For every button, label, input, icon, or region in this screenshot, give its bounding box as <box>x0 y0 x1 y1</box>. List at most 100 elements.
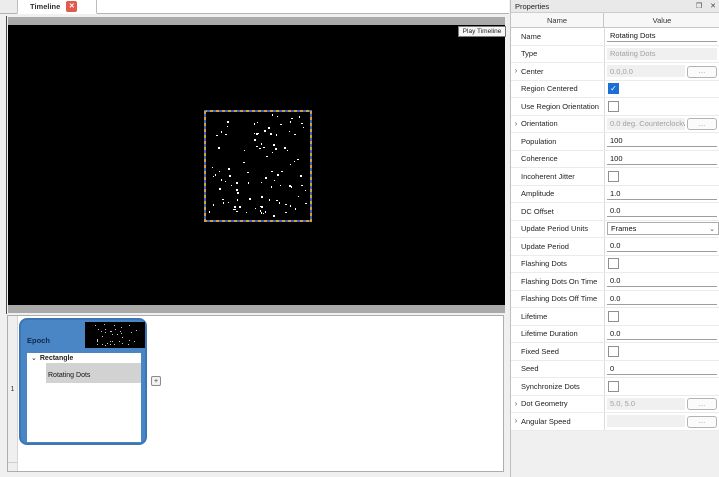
stimulus-dot <box>255 208 257 210</box>
stimulus-dot <box>280 124 282 126</box>
population-input[interactable]: 100 <box>607 135 717 147</box>
property-row-orientation: ›Orientation0.0 deg. Counterclockwise… <box>511 116 719 134</box>
property-row-dot-geometry: ›Dot Geometry5.0, 5.0… <box>511 396 719 414</box>
use-region-orientation-checkbox[interactable] <box>608 101 619 112</box>
thumbnail-dot <box>114 325 115 326</box>
thumbnail-dot <box>121 333 122 334</box>
stimulus-dot <box>246 212 248 214</box>
stimulus-dot <box>285 204 287 206</box>
property-value-cell: ✓ <box>604 81 719 98</box>
property-value-cell <box>604 168 719 185</box>
lifetime-checkbox[interactable] <box>608 311 619 322</box>
property-row-use-region-orientation: Use Region Orientation <box>511 98 719 116</box>
stimulus-dot <box>303 127 305 129</box>
stimulus-dot <box>215 174 217 176</box>
timeline-panel: 1 Epoch ⌄ Rectangle Rotating Dots + <box>7 315 504 472</box>
thumbnail-dot <box>102 336 103 337</box>
amplitude-input[interactable]: 1.0 <box>607 188 717 200</box>
stimulus-dot <box>290 164 292 166</box>
column-header-value: Value <box>604 13 719 27</box>
stimulus-dot <box>297 159 299 161</box>
property-name-label: Flashing Dots On Time <box>521 277 604 286</box>
thumbnail-dot <box>98 329 99 330</box>
stimulus-dot <box>265 177 267 179</box>
float-panel-icon[interactable]: ❐ <box>692 0 706 13</box>
tree-item-rotating-dots[interactable]: Rotating Dots <box>46 363 141 383</box>
flashing-dots-on-time-input[interactable]: 0.0 <box>607 275 717 287</box>
thumbnail-dot <box>128 344 129 345</box>
property-value-cell <box>604 308 719 325</box>
stimulus-dot <box>257 122 259 124</box>
property-name-label: Flashing Dots Off Time <box>521 294 604 303</box>
tab-label: Timeline <box>30 2 60 11</box>
chevron-down-icon[interactable]: ⌄ <box>31 356 37 362</box>
add-epoch-button[interactable]: + <box>151 376 161 386</box>
stimulus-dot <box>229 175 231 177</box>
property-name-label: Center <box>521 67 604 76</box>
thumbnail-dot <box>105 345 106 346</box>
tab-close-icon[interactable]: ✕ <box>66 1 77 12</box>
rotating-dots-region[interactable] <box>204 110 312 222</box>
seed-input[interactable]: 0 <box>607 363 717 375</box>
epoch-card[interactable]: Epoch ⌄ Rectangle Rotating Dots <box>19 318 147 445</box>
dc-offset-input[interactable]: 0.0 <box>607 205 717 217</box>
stimulus-dot <box>294 161 296 163</box>
chevron-right-icon[interactable]: › <box>511 399 521 409</box>
timeline-row-gutter-bottom <box>8 462 18 471</box>
fixed-seed-checkbox[interactable] <box>608 346 619 357</box>
property-value-cell: 1.0 <box>604 186 719 203</box>
update-period-input[interactable]: 0.0 <box>607 240 717 252</box>
region-centered-checkbox[interactable]: ✓ <box>608 83 619 94</box>
synchronize-dots-checkbox[interactable] <box>608 381 619 392</box>
orientation-ellipsis-button[interactable]: … <box>687 118 717 130</box>
stimulus-dot <box>287 150 289 152</box>
stimulus-dot <box>213 176 215 178</box>
thumbnail-dot <box>101 331 102 332</box>
stimulus-dot <box>261 212 263 214</box>
property-name-label: Region Centered <box>521 84 604 93</box>
tab-bar-lead <box>0 0 17 13</box>
stimulus-dot <box>271 186 273 188</box>
stimulus-dot <box>254 123 256 125</box>
property-value-cell: 0.0 <box>604 326 719 343</box>
stimulus-dot <box>243 162 245 164</box>
tree-item-rotating-dots-label: Rotating Dots <box>48 372 90 379</box>
epoch-label: Epoch <box>27 336 50 345</box>
angular-speed-ellipsis-button[interactable]: … <box>687 416 717 428</box>
close-panel-icon[interactable]: ✕ <box>706 0 719 13</box>
coherence-input[interactable]: 100 <box>607 153 717 165</box>
stimulus-dot <box>231 185 233 187</box>
stimulus-dot <box>273 215 275 217</box>
tree-item-rectangle[interactable]: ⌄ Rectangle <box>27 353 141 363</box>
thumbnail-dot <box>115 329 116 330</box>
chevron-right-icon[interactable]: › <box>511 416 521 426</box>
chevron-right-icon[interactable]: › <box>511 66 521 76</box>
stimulus-dot <box>259 148 261 150</box>
stimulus-dot <box>277 174 279 176</box>
dot-geometry-ellipsis-button[interactable]: … <box>687 398 717 410</box>
flashing-dots-off-time-input[interactable]: 0.0 <box>607 293 717 305</box>
property-value-cell: 0 <box>604 361 719 378</box>
property-value-cell: 0.0 <box>604 203 719 220</box>
center-ellipsis-button[interactable]: … <box>687 66 717 78</box>
flashing-dots-checkbox[interactable] <box>608 258 619 269</box>
thumbnail-dot <box>122 343 123 344</box>
stimulus-dot <box>276 134 278 136</box>
thumbnail-dot <box>112 341 113 342</box>
property-name-label: Type <box>521 49 604 58</box>
thumbnail-dot <box>121 327 122 328</box>
play-timeline-button[interactable]: Play Timeline <box>458 26 506 37</box>
stimulus-dot <box>254 133 256 135</box>
stimulus-dot <box>256 133 258 135</box>
chevron-right-icon[interactable]: › <box>511 119 521 129</box>
tab-timeline[interactable]: Timeline ✕ <box>17 0 97 14</box>
incoherent-jitter-checkbox[interactable] <box>608 171 619 182</box>
stimulus-dot <box>263 147 265 149</box>
update-period-units-dropdown[interactable]: Frames⌄ <box>607 222 719 235</box>
preview-canvas[interactable]: Play Timeline <box>8 25 505 305</box>
name-input[interactable]: Rotating Dots <box>607 30 717 42</box>
property-name-label: Flashing Dots <box>521 259 604 268</box>
lifetime-duration-input[interactable]: 0.0 <box>607 328 717 340</box>
stimulus-dot <box>273 144 275 146</box>
stimulus-dot <box>279 202 281 204</box>
